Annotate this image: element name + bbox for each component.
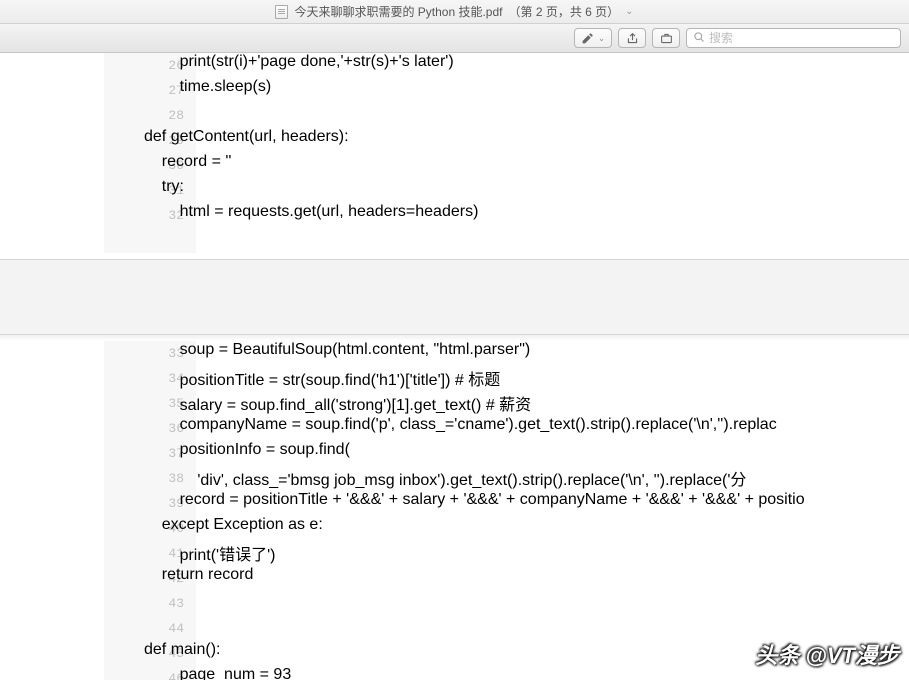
code-line: return record	[144, 566, 909, 591]
toolbar: ⌄	[0, 24, 909, 53]
code-line: html = requests.get(url, headers=headers…	[144, 203, 909, 228]
code-line: companyName = soup.find('p', class_='cna…	[144, 416, 909, 441]
code-line: time.sleep(s)	[144, 78, 909, 103]
pdf-page-1: 26272829303132 print(str(i)+'page done,'…	[0, 53, 909, 253]
code-line	[144, 591, 909, 616]
document-icon	[275, 5, 288, 19]
code-line	[144, 103, 909, 128]
page-info: （第 2 页，共 6 页）	[508, 3, 619, 20]
share-icon	[626, 32, 639, 45]
code-line: def main():	[144, 641, 909, 666]
code-block: print(str(i)+'page done,'+str(s)+'s late…	[144, 53, 909, 253]
window-titlebar: 今天来聊聊求职需要的 Python 技能.pdf （第 2 页，共 6 页） ⌄	[0, 0, 909, 24]
code-line: print(str(i)+'page done,'+str(s)+'s late…	[144, 53, 909, 78]
code-line: positionTitle = str(soup.find('h1')['tit…	[144, 366, 909, 391]
pdf-page-2: 3334353637383940414243444546 soup = Beau…	[0, 341, 909, 680]
annotate-button[interactable]: ⌄	[574, 28, 612, 48]
search-box[interactable]	[686, 28, 901, 48]
code-line: record = ''	[144, 153, 909, 178]
search-input[interactable]	[709, 31, 894, 45]
briefcase-icon	[660, 32, 673, 45]
code-line	[144, 616, 909, 641]
code-line: page_num = 93	[144, 666, 909, 680]
share-button[interactable]	[618, 28, 646, 48]
code-line	[144, 228, 909, 253]
document-title: 今天来聊聊求职需要的 Python 技能.pdf	[294, 3, 502, 20]
search-icon	[693, 31, 705, 46]
code-line: try:	[144, 178, 909, 203]
code-line: positionInfo = soup.find(	[144, 441, 909, 466]
chevron-down-icon[interactable]: ⌄	[625, 6, 633, 17]
code-line: print('错误了')	[144, 541, 909, 566]
code-line: salary = soup.find_all('strong')[1].get_…	[144, 391, 909, 416]
code-line: except Exception as e:	[144, 516, 909, 541]
code-line: def getContent(url, headers):	[144, 128, 909, 153]
pencil-icon	[581, 32, 594, 45]
code-line: record = positionTitle + '&&&' + salary …	[144, 491, 909, 516]
code-line: 'div', class_='bmsg job_msg inbox').get_…	[144, 466, 909, 491]
code-line: soup = BeautifulSoup(html.content, "html…	[144, 341, 909, 366]
dropdown-caret-icon: ⌄	[598, 34, 605, 43]
briefcase-button[interactable]	[652, 28, 680, 48]
code-block: soup = BeautifulSoup(html.content, "html…	[144, 341, 909, 680]
page-gap	[0, 259, 909, 335]
